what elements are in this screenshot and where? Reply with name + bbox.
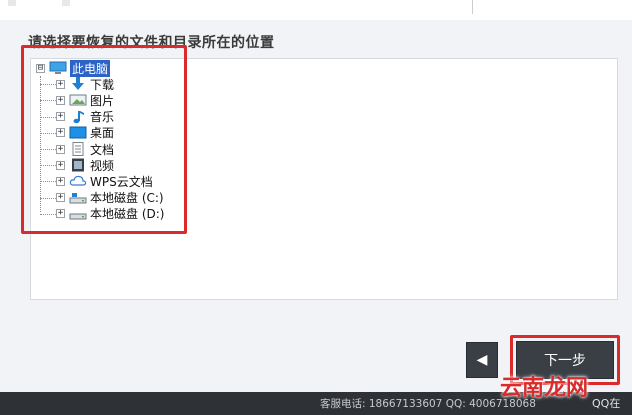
tree-item-label: 文档	[90, 142, 115, 157]
tree-item-drive-c[interactable]: + 本地磁盘 (C:)	[36, 190, 164, 206]
footer-qq-link[interactable]: QQ在	[592, 395, 620, 411]
cloud-icon	[69, 176, 87, 187]
document-icon	[72, 142, 84, 157]
download-arrow-icon	[72, 77, 84, 91]
expand-toggle[interactable]: +	[56, 144, 65, 154]
expand-toggle[interactable]: +	[56, 176, 65, 186]
tree-root[interactable]: ⊟ 此电脑	[36, 59, 164, 77]
music-note-icon	[73, 110, 84, 123]
tree-item-label: 桌面	[90, 126, 115, 141]
watermark-text: 云南龙网	[500, 375, 589, 401]
top-control	[8, 0, 16, 6]
tree-root-label[interactable]: 此电脑	[70, 59, 111, 77]
tree-item-documents[interactable]: + 文档	[36, 141, 164, 157]
tree-item-downloads[interactable]: + 下载	[36, 76, 164, 92]
tree-item-videos[interactable]: + 视频	[36, 157, 164, 173]
tree-item-label: WPS云文档	[90, 174, 153, 189]
tree-item-wps-cloud[interactable]: + WPS云文档	[36, 173, 164, 189]
expand-toggle[interactable]: +	[56, 128, 65, 138]
tree-item-label: 视频	[90, 158, 115, 173]
tree-item-music[interactable]: + 音乐	[36, 109, 164, 125]
top-control	[62, 0, 70, 6]
tree-item-label: 图片	[90, 93, 115, 108]
picture-icon	[69, 94, 87, 106]
expand-toggle[interactable]: +	[56, 160, 65, 170]
tree-item-label: 本地磁盘 (D:)	[90, 207, 165, 222]
tree-item-pictures[interactable]: + 图片	[36, 92, 164, 108]
back-arrow-icon: ◀	[476, 352, 488, 368]
tree-item-label: 下载	[90, 77, 115, 92]
tree-item-label: 音乐	[90, 110, 115, 125]
expand-toggle[interactable]: +	[56, 79, 65, 89]
tree-item-drive-d[interactable]: + 本地磁盘 (D:)	[36, 206, 164, 222]
expand-toggle[interactable]: +	[56, 112, 65, 122]
tree-item-desktop[interactable]: + 桌面	[36, 125, 164, 141]
top-separator	[472, 0, 473, 14]
instruction-text: 请选择要恢复的文件和目录所在的位置	[28, 35, 275, 51]
computer-icon	[49, 61, 67, 75]
video-icon	[72, 158, 84, 172]
drive-d-icon	[69, 213, 87, 220]
expand-toggle[interactable]: +	[56, 95, 65, 105]
back-button[interactable]: ◀	[466, 342, 498, 378]
desktop-icon	[69, 126, 87, 139]
location-tree[interactable]: ⊟ 此电脑 + 下载 + 图片 + 音乐 + 桌面 + 文档 + 视频 + WP…	[36, 59, 164, 222]
top-strip	[0, 0, 632, 20]
expand-toggle[interactable]: +	[56, 193, 65, 203]
tree-item-label: 本地磁盘 (C:)	[90, 191, 164, 206]
drive-c-icon	[69, 192, 87, 204]
collapse-toggle[interactable]: ⊟	[36, 63, 45, 73]
expand-toggle[interactable]: +	[56, 209, 65, 219]
